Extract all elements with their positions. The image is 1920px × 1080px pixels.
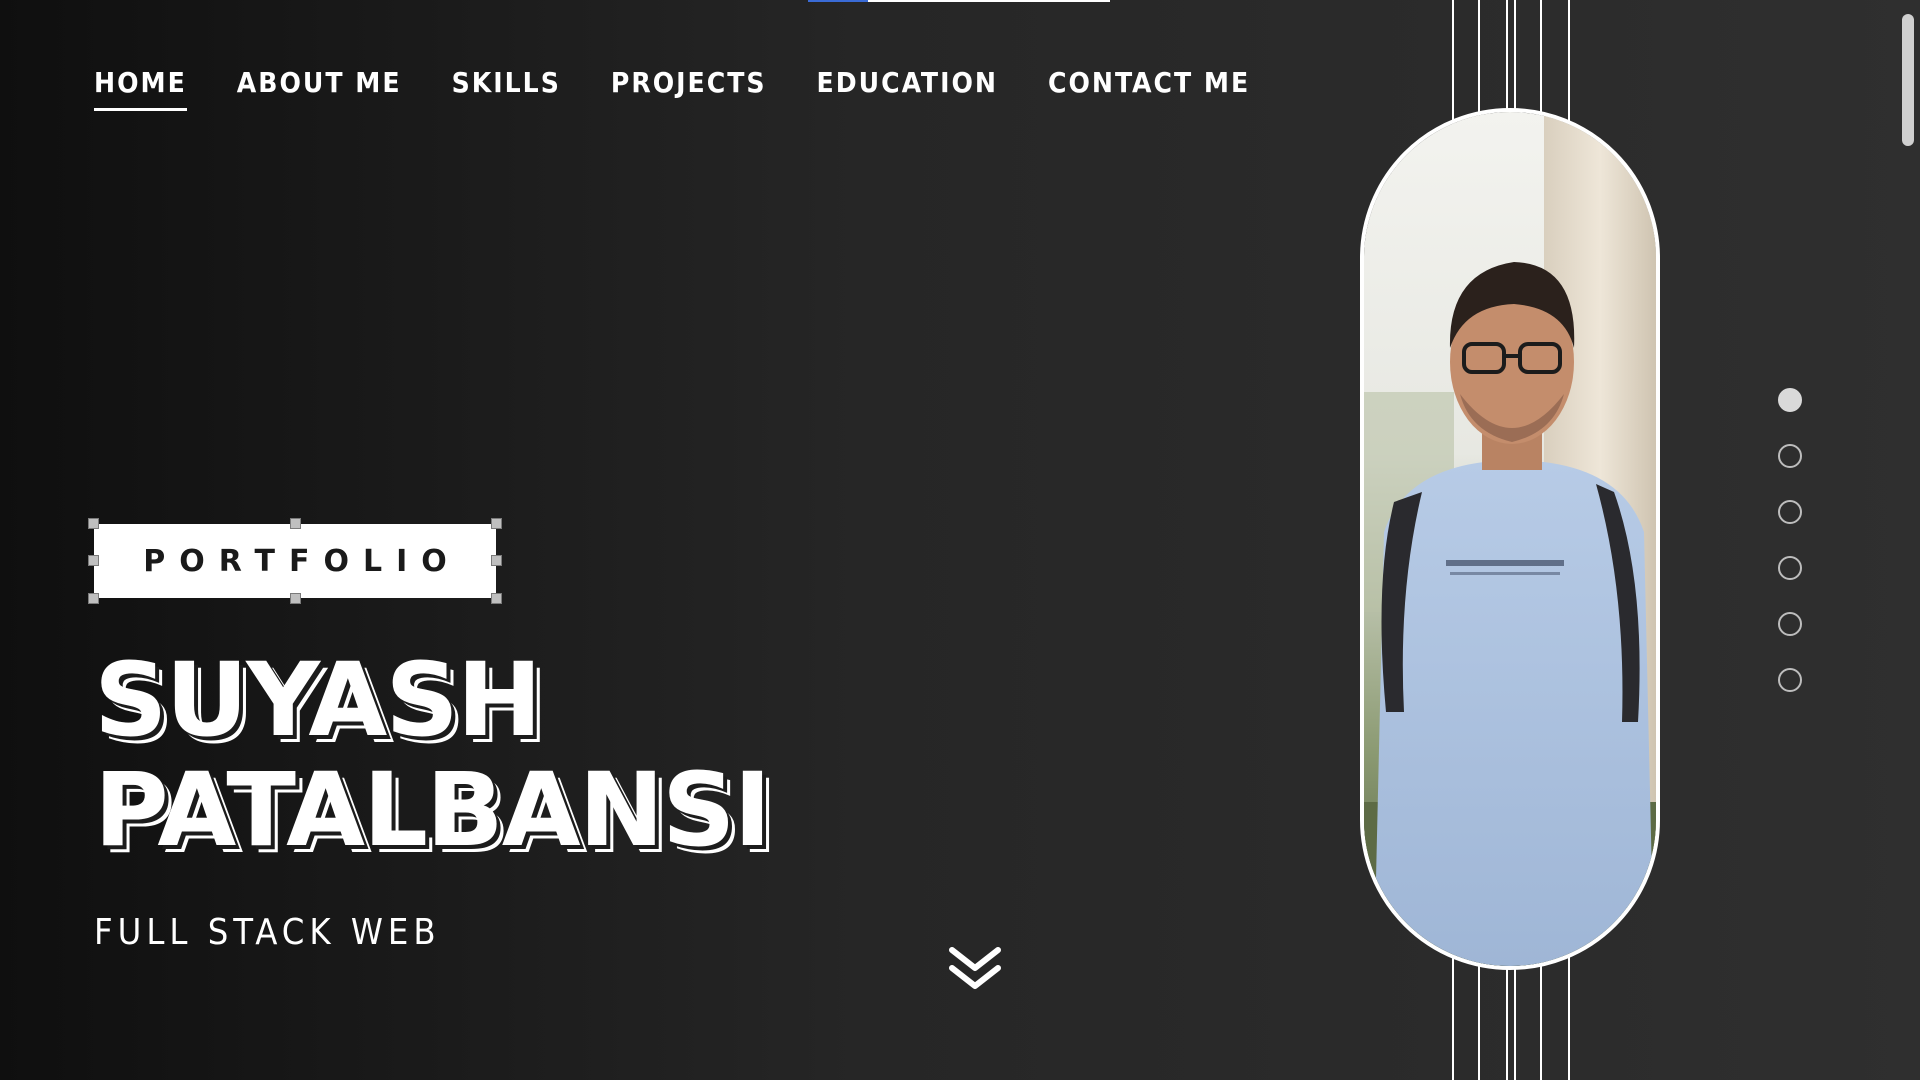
- main-nav: HOME ABOUT ME SKILLS PROJECTS EDUCATION …: [94, 66, 1250, 111]
- scrollbar-thumb[interactable]: [1902, 14, 1914, 146]
- resize-handle-top-right[interactable]: [491, 518, 502, 529]
- nav-education[interactable]: EDUCATION: [817, 66, 998, 107]
- section-dot-3[interactable]: [1778, 500, 1802, 524]
- page-scrollbar[interactable]: [1896, 0, 1920, 1080]
- nav-projects[interactable]: PROJECTS: [611, 66, 767, 107]
- portfolio-badge: PORTFOLIO: [88, 518, 502, 604]
- nav-home[interactable]: HOME: [94, 66, 187, 111]
- resize-handle-bottom-left[interactable]: [88, 593, 99, 604]
- profile-photo: [1360, 108, 1660, 970]
- resize-handle-top-left[interactable]: [88, 518, 99, 529]
- hero-name-first: SUYASH: [94, 641, 542, 760]
- nav-about-me[interactable]: ABOUT ME: [237, 66, 402, 107]
- resize-handle-top-center[interactable]: [290, 518, 301, 529]
- section-dots: [1778, 388, 1802, 692]
- resize-handle-bottom-center[interactable]: [290, 593, 301, 604]
- section-dot-6[interactable]: [1778, 668, 1802, 692]
- hero-name: SUYASH PATALBANSI: [94, 641, 771, 870]
- portfolio-badge-box: PORTFOLIO: [94, 524, 496, 598]
- hero-subtitle: FULL STACK WEB: [94, 912, 441, 953]
- nav-contact-me[interactable]: CONTACT ME: [1048, 66, 1250, 107]
- resize-handle-bottom-right[interactable]: [491, 593, 502, 604]
- resize-handle-middle-left[interactable]: [88, 555, 99, 566]
- profile-photo-image: [1364, 112, 1656, 966]
- resize-handle-middle-right[interactable]: [491, 555, 502, 566]
- page-progress-fill: [808, 0, 869, 2]
- section-dot-5[interactable]: [1778, 612, 1802, 636]
- double-chevron-down-icon[interactable]: [948, 944, 1002, 992]
- section-dot-4[interactable]: [1778, 556, 1802, 580]
- portfolio-page: HOME ABOUT ME SKILLS PROJECTS EDUCATION …: [0, 0, 1920, 1080]
- portfolio-badge-label: PORTFOLIO: [143, 543, 461, 579]
- nav-skills[interactable]: SKILLS: [452, 66, 561, 107]
- section-dot-1[interactable]: [1778, 388, 1802, 412]
- hero-name-last: PATALBANSI: [94, 751, 771, 870]
- page-progress-bar: [808, 0, 1110, 2]
- section-dot-2[interactable]: [1778, 444, 1802, 468]
